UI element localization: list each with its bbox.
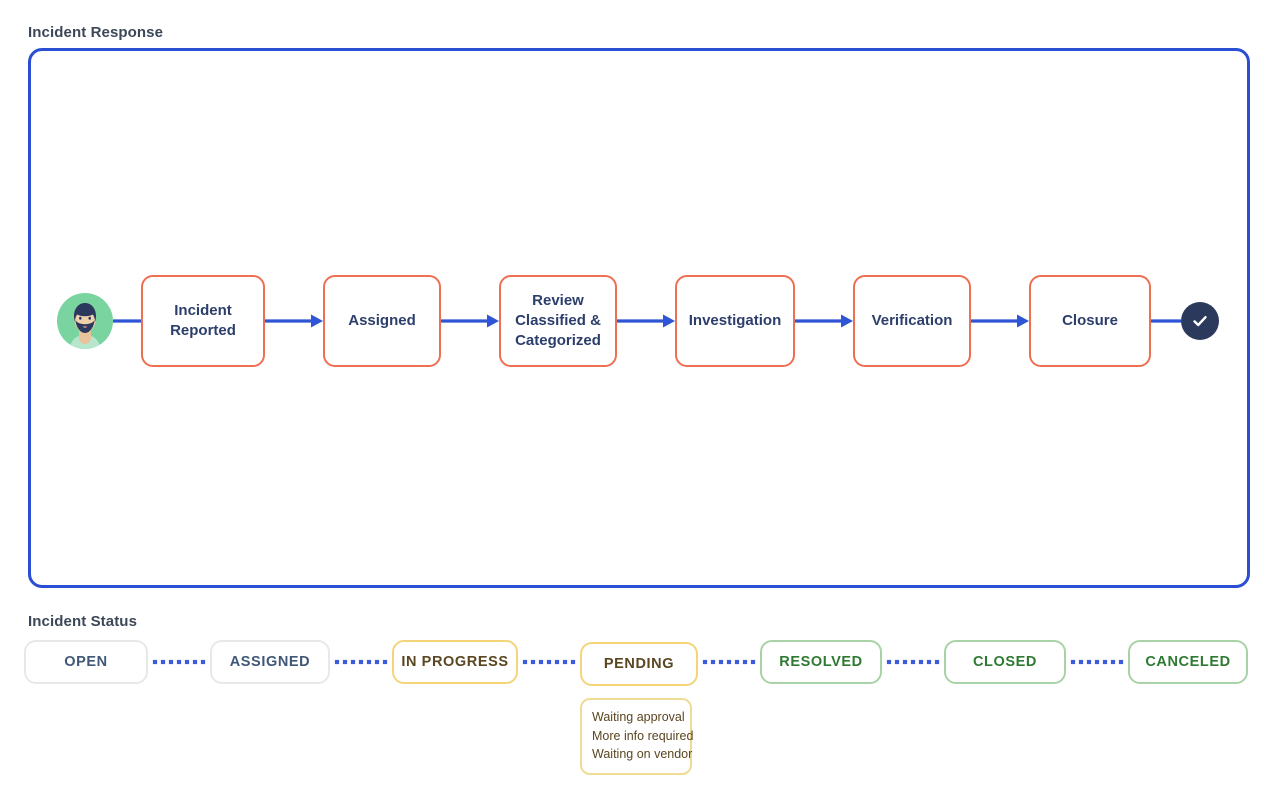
status-pill-wrap-resolved: RESOLVED — [760, 640, 882, 684]
flow-line — [113, 310, 141, 332]
incident-workflow-page: Incident Response Incident Reported Assign… — [0, 0, 1280, 800]
status-pill-label: PENDING — [603, 656, 675, 672]
flow-node-label-line: Categorized — [515, 331, 601, 349]
reporter-avatar — [57, 293, 113, 349]
status-pill-canceled[interactable]: CANCELED — [1128, 640, 1248, 684]
status-dotted-connector — [518, 640, 580, 684]
status-pill-wrap-in-progress: IN PROGRESS — [392, 640, 518, 684]
pending-substate-item: Waiting approval — [592, 710, 685, 724]
flow-node-label-line: Assigned — [348, 312, 416, 330]
flow-node-assigned[interactable]: Assigned — [323, 275, 441, 367]
flow-node-review-classified-categorized[interactable]: Review Classified & Categorized — [499, 275, 617, 367]
pending-substates-box: Waiting approval More info required Waitin… — [580, 698, 694, 775]
status-pill-pending[interactable]: PENDING — [580, 642, 698, 686]
pending-substate-item: More info required — [592, 728, 694, 743]
status-pill-label: CLOSED — [972, 654, 1038, 670]
flow-node-closure[interactable]: Closure — [1029, 275, 1151, 367]
status-pill-in-progress[interactable]: IN PROGRESS — [392, 640, 518, 684]
flow-arrow — [617, 310, 675, 332]
incident-flow-diagram: Incident Reported Assigned Review Classified… — [0, 263, 1280, 379]
status-dotted-connector — [882, 640, 944, 684]
status-pill-open[interactable]: OPEN — [24, 640, 148, 684]
flow-node-label-line: Reported — [170, 322, 236, 339]
status-dotted-connector — [1066, 640, 1128, 684]
status-dotted-connector — [330, 640, 392, 684]
flow-node-label-line: Classified & — [515, 312, 601, 330]
status-pill-label: RESOLVED — [779, 654, 863, 670]
status-pill-wrap-open: OPEN — [24, 640, 148, 684]
flow-node-verification[interactable]: Verification — [853, 275, 971, 367]
flow-arrow — [971, 310, 1029, 332]
status-pill-label: IN PROGRESS — [401, 654, 509, 670]
incident-response-title: Incident Response — [28, 24, 164, 41]
status-pill-label: CANCELED — [1145, 654, 1231, 670]
status-pill-resolved[interactable]: RESOLVED — [760, 640, 882, 684]
flow-node-label-line: Incident — [174, 302, 232, 320]
status-dotted-connector — [148, 640, 210, 684]
check-icon — [1181, 302, 1219, 340]
status-pill-closed[interactable]: CLOSED — [944, 640, 1066, 684]
pending-substate-item: Waiting on vendor — [592, 747, 693, 761]
status-dotted-connector — [698, 640, 760, 684]
flow-node-label-line: Review — [532, 292, 584, 310]
status-pill-wrap-pending: PENDING Waiting approval More info require… — [580, 642, 698, 775]
status-pill-label: OPEN — [64, 654, 108, 670]
status-pill-assigned[interactable]: ASSIGNED — [210, 640, 330, 684]
flow-arrow — [441, 310, 499, 332]
flow-arrow — [265, 310, 323, 332]
status-pill-wrap-assigned: ASSIGNED — [210, 640, 330, 684]
flow-node-label-line: Verification — [871, 312, 953, 330]
incident-status-title: Incident Status — [28, 613, 138, 630]
flow-node-label-line: Closure — [1062, 312, 1118, 330]
flow-node-investigation[interactable]: Investigation — [675, 275, 795, 367]
status-pill-label: ASSIGNED — [229, 654, 311, 670]
status-pill-wrap-closed: CLOSED — [944, 640, 1066, 684]
flow-node-label-line: Investigation — [688, 312, 782, 330]
flow-node-incident-reported[interactable]: Incident Reported — [141, 275, 265, 367]
incident-status-track: OPEN ASSIGNED IN PROGRESS PENDING Waiting ap… — [0, 640, 1280, 775]
status-pill-wrap-canceled: CANCELED — [1128, 640, 1248, 684]
flow-arrow — [795, 310, 853, 332]
flow-line — [1151, 310, 1181, 332]
